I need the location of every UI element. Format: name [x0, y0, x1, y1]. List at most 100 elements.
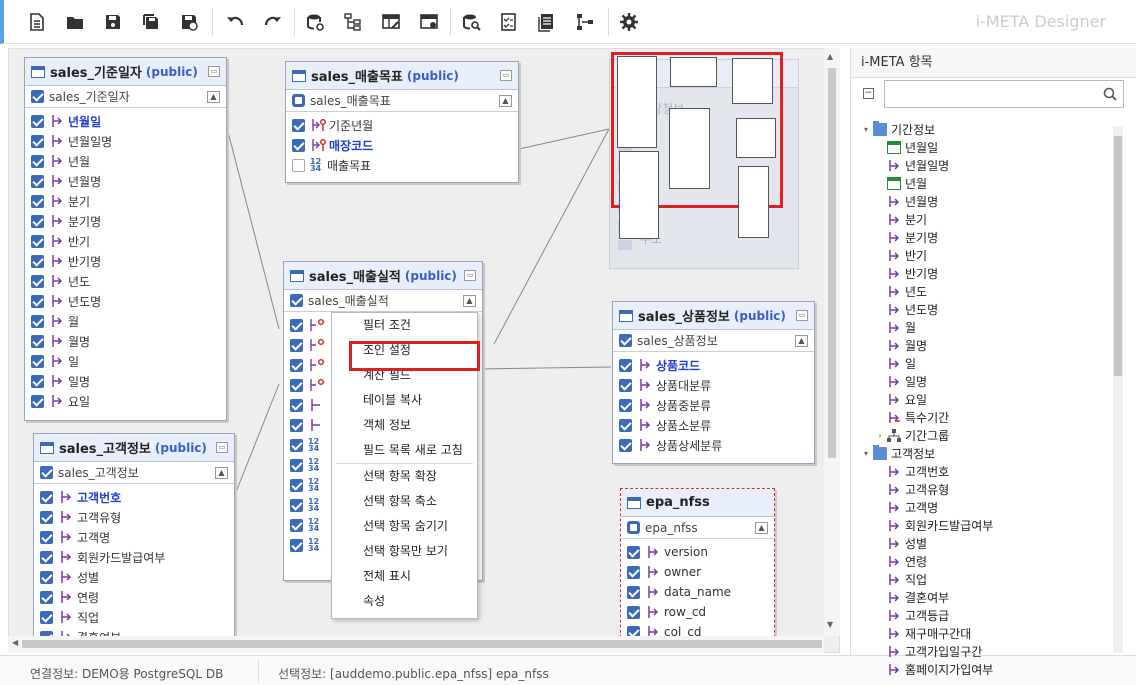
field-checkbox[interactable] — [31, 134, 44, 148]
select-all-checkbox[interactable] — [40, 466, 53, 479]
field-row[interactable]: version — [621, 542, 774, 562]
network-icon[interactable] — [572, 9, 598, 35]
field-checkbox[interactable] — [31, 334, 44, 348]
field-row[interactable]: 반기 — [25, 231, 226, 251]
field-checkbox[interactable] — [619, 378, 632, 392]
document-icon[interactable] — [534, 9, 560, 35]
field-checkbox[interactable] — [31, 154, 44, 168]
field-checkbox[interactable] — [290, 358, 303, 372]
tree-item[interactable]: 요일 — [861, 390, 1119, 408]
select-all-checkbox[interactable] — [290, 294, 303, 307]
field-checkbox[interactable] — [40, 610, 53, 624]
field-checkbox[interactable] — [290, 338, 303, 352]
table-target[interactable]: sales_매출목표 (public) ▭ sales_매출목표 ▲ 기준년월 매장코… — [285, 61, 519, 183]
field-row[interactable]: 분기명 — [25, 211, 226, 231]
save-all-icon[interactable] — [138, 9, 164, 35]
field-checkbox[interactable] — [40, 590, 53, 604]
field-row[interactable]: owner — [621, 562, 774, 582]
tree-item[interactable]: › 기간그룹 — [861, 426, 1119, 444]
field-row[interactable]: 고객번호 — [34, 487, 234, 507]
select-all-checkbox[interactable] — [619, 334, 632, 347]
field-checkbox[interactable] — [290, 318, 303, 332]
save-icon[interactable] — [100, 9, 126, 35]
expand-arrow-icon[interactable]: › — [875, 431, 885, 440]
field-checkbox[interactable] — [292, 138, 305, 152]
tree-item[interactable]: 결혼여부 — [861, 588, 1119, 606]
expand-arrow-icon[interactable]: ▾ — [861, 125, 871, 134]
menu-item-show-all[interactable]: 전체 표시 — [332, 564, 477, 589]
select-all-checkbox[interactable] — [292, 94, 305, 107]
field-checkbox[interactable] — [627, 605, 640, 619]
field-checkbox[interactable] — [292, 158, 305, 172]
field-checkbox[interactable] — [619, 358, 632, 372]
tree-item[interactable]: 고객등급 — [861, 606, 1119, 624]
menu-item-object-info[interactable]: 객체 정보 — [332, 413, 477, 438]
field-checkbox[interactable] — [292, 118, 305, 132]
tree-item[interactable]: 재구매구간대 — [861, 624, 1119, 642]
scroll-thumb[interactable] — [828, 68, 836, 458]
field-row[interactable]: 일명 — [25, 371, 226, 391]
tree-item[interactable]: 년도명 — [861, 300, 1119, 318]
tree-folder[interactable]: ▾ 고객정보 — [861, 444, 1119, 462]
chevron-up-icon[interactable]: ▲ — [207, 91, 220, 103]
tree-item[interactable]: 고객명 — [861, 498, 1119, 516]
table-customer[interactable]: sales_고객정보 (public) ▭ sales_고객정보 ▲ 고객번호 고객유… — [33, 433, 235, 652]
field-checkbox[interactable] — [290, 418, 303, 432]
table-settings-icon[interactable] — [416, 9, 442, 35]
collapse-icon[interactable]: ▭ — [500, 70, 512, 81]
menu-item-hide[interactable]: 선택 항목 숨기기 — [332, 514, 477, 539]
field-checkbox[interactable] — [31, 274, 44, 288]
collapse-icon[interactable]: ▭ — [208, 66, 220, 77]
field-checkbox[interactable] — [40, 510, 53, 524]
table-product[interactable]: sales_상품정보 (public) ▭ sales_상품정보 ▲ 상품코드 상품대… — [612, 301, 815, 464]
field-checkbox[interactable] — [31, 314, 44, 328]
menu-item-expand[interactable]: 선택 항목 확장 — [332, 464, 477, 489]
chevron-up-icon[interactable]: ▲ — [463, 295, 476, 307]
tree-item[interactable]: 고객번호 — [861, 462, 1119, 480]
field-row[interactable]: 성별 — [34, 567, 234, 587]
field-checkbox[interactable] — [31, 214, 44, 228]
field-checkbox[interactable] — [290, 538, 303, 552]
field-checkbox[interactable] — [290, 518, 303, 532]
field-row[interactable]: 년월명 — [25, 171, 226, 191]
field-row[interactable]: 년도 — [25, 271, 226, 291]
tree-item[interactable]: 반기 — [861, 246, 1119, 264]
redo-icon[interactable] — [260, 9, 286, 35]
collapse-icon[interactable]: ▭ — [216, 442, 228, 453]
menu-item-copy-table[interactable]: 테이블 복사 — [332, 388, 477, 413]
collapse-icon[interactable]: ▭ — [796, 310, 808, 321]
collapse-all-icon[interactable]: − — [863, 88, 874, 99]
checklist-icon[interactable] — [496, 9, 522, 35]
undo-icon[interactable] — [222, 9, 248, 35]
field-row[interactable]: 년도명 — [25, 291, 226, 311]
field-row[interactable]: 기준년월 — [286, 115, 518, 135]
tree-folder[interactable]: ▾ 기간정보 — [861, 120, 1119, 138]
field-checkbox[interactable] — [290, 438, 303, 452]
settings-gear-icon[interactable] — [616, 9, 642, 35]
tree-item[interactable]: 분기 — [861, 210, 1119, 228]
horizontal-scrollbar[interactable]: ◀ — [8, 636, 824, 653]
menu-item-show-only[interactable]: 선택 항목만 보기 — [332, 539, 477, 564]
tree-item[interactable]: 고객유형 — [861, 480, 1119, 498]
field-checkbox[interactable] — [31, 254, 44, 268]
field-row[interactable]: 매장코드 — [286, 135, 518, 155]
field-row[interactable]: data_name — [621, 582, 774, 602]
field-row[interactable]: 월명 — [25, 331, 226, 351]
field-checkbox[interactable] — [31, 394, 44, 408]
panel-scrollbar[interactable] — [1113, 126, 1123, 653]
field-row[interactable]: row_cd — [621, 602, 774, 622]
field-row[interactable]: 요일 — [25, 391, 226, 411]
field-row[interactable]: 년월일명 — [25, 131, 226, 151]
field-row[interactable]: 상품대분류 — [613, 375, 814, 395]
tree-item[interactable]: 년월 — [861, 174, 1119, 192]
tree-item[interactable]: 직업 — [861, 570, 1119, 588]
field-checkbox[interactable] — [290, 378, 303, 392]
field-checkbox[interactable] — [290, 478, 303, 492]
field-row[interactable]: 연령 — [34, 587, 234, 607]
field-checkbox[interactable] — [40, 490, 53, 504]
tree-item[interactable]: 특수기간 — [861, 408, 1119, 426]
tree-item[interactable]: 월명 — [861, 336, 1119, 354]
field-checkbox[interactable] — [619, 398, 632, 412]
select-all-checkbox[interactable] — [31, 90, 44, 103]
field-checkbox[interactable] — [619, 418, 632, 432]
